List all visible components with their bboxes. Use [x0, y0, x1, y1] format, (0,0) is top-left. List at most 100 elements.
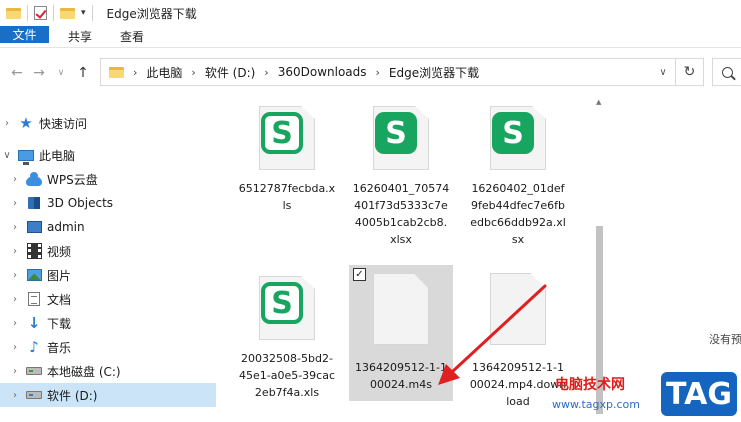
sidebar-item-label: 软件 (D:)	[47, 388, 98, 403]
sidebar-item-pictures[interactable]: › 图片	[0, 263, 216, 287]
sidebar-item-label: 本地磁盘 (C:)	[47, 364, 121, 379]
user-folder-icon	[26, 219, 42, 235]
quick-access-toolbar: ▾	[6, 5, 99, 21]
file-item[interactable]: S 20032508-5bd2-45e1-a0e5-39cac2eb7f4a.x…	[235, 276, 339, 401]
file-list: S 6512787fecbda.xls S 16260401_70574401f…	[216, 98, 596, 422]
cloud-icon	[26, 171, 42, 187]
file-name: 16260402_01def9feb44dfec7e6fbedbc66ddb92…	[470, 182, 566, 246]
watermark-site-name: 电脑技术网	[555, 377, 625, 393]
folder-icon	[6, 7, 21, 19]
file-name: 6512787fecbda.xls	[238, 182, 336, 212]
wps-sheet-outline-icon: S	[259, 276, 315, 340]
star-icon: ★	[19, 113, 33, 132]
checkbox-checked-icon[interactable]: ✓	[353, 268, 366, 281]
file-item[interactable]: S 6512787fecbda.xls	[235, 106, 339, 214]
chevron-right-icon[interactable]: ›	[8, 390, 22, 401]
sidebar-item-label: 快速访问	[39, 116, 88, 131]
sidebar-item-label: 音乐	[47, 340, 72, 355]
divider	[27, 5, 28, 21]
wps-sheet-icon: S	[490, 106, 546, 170]
sidebar-item-drive-d[interactable]: › 软件 (D:)	[0, 383, 216, 407]
file-item-selected[interactable]: ✓ 1364209512-1-100024.m4s	[349, 265, 453, 401]
navigation-bar: ← → ∨ ↑ › 此电脑 › 软件 (D:) › 360Downloads ›…	[0, 58, 741, 88]
new-folder-icon[interactable]	[60, 7, 75, 19]
file-name: 1364209512-1-100024.m4s	[355, 361, 447, 391]
scroll-up-icon[interactable]: ▲	[596, 98, 601, 106]
sidebar-item-music[interactable]: › ♪ 音乐	[0, 335, 216, 359]
sidebar-item-label: 此电脑	[39, 148, 76, 163]
tab-share[interactable]: 共享	[54, 26, 106, 47]
chevron-right-icon[interactable]: ›	[8, 270, 22, 281]
chevron-right-icon[interactable]: ›	[376, 66, 380, 79]
picture-icon	[26, 267, 42, 283]
sidebar-item-label: 视频	[47, 244, 72, 259]
customize-dropdown-icon[interactable]: ▾	[81, 8, 86, 18]
sidebar-item-videos[interactable]: › 视频	[0, 239, 216, 263]
drive-icon	[26, 387, 42, 403]
chevron-right-icon[interactable]: ›	[0, 118, 14, 129]
chevron-down-icon[interactable]: ∨	[0, 150, 14, 161]
window-title: Edge浏览器下载	[106, 6, 197, 21]
tab-view[interactable]: 查看	[106, 26, 158, 47]
chevron-right-icon[interactable]: ›	[8, 342, 22, 353]
chevron-right-icon[interactable]: ›	[8, 366, 22, 377]
blank-file-icon	[490, 273, 546, 345]
chevron-right-icon[interactable]: ›	[133, 66, 137, 79]
watermark-url: www.tagxp.com	[552, 398, 640, 411]
file-item[interactable]: S 16260401_70574401f73d5333c7e4005b1cab2…	[349, 106, 453, 248]
sidebar-item-admin[interactable]: › admin	[0, 215, 216, 239]
tab-file[interactable]: 文件	[0, 26, 49, 43]
cube-icon	[26, 195, 42, 211]
refresh-icon[interactable]: ↻	[676, 58, 704, 86]
wps-sheet-outline-icon: S	[259, 106, 315, 170]
sidebar-item-label: admin	[47, 220, 85, 234]
search-box[interactable]	[712, 58, 741, 86]
blank-file-icon	[373, 273, 429, 345]
chevron-right-icon[interactable]: ›	[8, 198, 22, 209]
navigation-pane: › ★ 快速访问 ∨ 此电脑 › WPS云盘 › 3D Objects › ad…	[0, 98, 216, 422]
sidebar-item-label: 下载	[47, 316, 72, 331]
sidebar-item-label: 文档	[47, 292, 72, 307]
drive-icon	[26, 363, 42, 379]
folder-icon	[109, 66, 124, 78]
chevron-right-icon[interactable]: ›	[8, 246, 22, 257]
sidebar-item-label: 图片	[47, 268, 72, 283]
sidebar-item-quick-access[interactable]: › ★ 快速访问	[0, 111, 216, 135]
chevron-right-icon[interactable]: ›	[264, 66, 268, 79]
ribbon-tabs: 文件 主页 共享 查看	[0, 26, 741, 48]
address-dropdown-icon[interactable]: ∨	[651, 59, 675, 85]
file-name: 16260401_70574401f73d5333c7e4005b1cab2cb…	[352, 182, 450, 246]
preview-message: 没有预览	[709, 333, 741, 346]
sidebar-item-downloads[interactable]: › ↓ 下载	[0, 311, 216, 335]
address-bar[interactable]: › 此电脑 › 软件 (D:) › 360Downloads › Edge浏览器…	[100, 58, 676, 86]
chevron-right-icon[interactable]: ›	[8, 294, 22, 305]
divider	[53, 5, 54, 21]
sidebar-item-documents[interactable]: › 文档	[0, 287, 216, 311]
sidebar-item-3d-objects[interactable]: › 3D Objects	[0, 191, 216, 215]
watermark-tag-logo: TAG	[661, 372, 737, 416]
back-arrow-icon[interactable]: ←	[6, 65, 28, 81]
file-item[interactable]: S 16260402_01def9feb44dfec7e6fbedbc66ddb…	[466, 106, 570, 248]
document-icon	[26, 291, 42, 307]
chevron-right-icon[interactable]: ›	[8, 222, 22, 233]
title-bar: ▾ Edge浏览器下载	[0, 0, 741, 26]
up-arrow-icon[interactable]: ↑	[72, 65, 94, 81]
forward-arrow-icon[interactable]: →	[28, 65, 50, 81]
pc-icon	[18, 147, 34, 165]
properties-icon[interactable]	[34, 6, 47, 20]
sidebar-item-this-pc[interactable]: ∨ 此电脑	[0, 143, 216, 167]
search-icon	[721, 66, 733, 78]
chevron-right-icon[interactable]: ›	[8, 174, 22, 185]
breadcrumb-360downloads[interactable]: 360Downloads	[278, 65, 367, 79]
music-icon: ♪	[29, 337, 39, 356]
breadcrumb-edge-downloads[interactable]: Edge浏览器下载	[389, 64, 479, 81]
sidebar-item-drive-c[interactable]: › 本地磁盘 (C:)	[0, 359, 216, 383]
chevron-right-icon[interactable]: ›	[191, 66, 195, 79]
recent-dropdown-icon[interactable]: ∨	[50, 68, 72, 78]
chevron-right-icon[interactable]: ›	[8, 318, 22, 329]
download-icon: ↓	[27, 313, 41, 332]
wps-sheet-icon: S	[373, 106, 429, 170]
breadcrumb-drive-d[interactable]: 软件 (D:)	[205, 64, 255, 81]
sidebar-item-wps-cloud[interactable]: › WPS云盘	[0, 167, 216, 191]
breadcrumb-this-pc[interactable]: 此电脑	[146, 64, 182, 81]
